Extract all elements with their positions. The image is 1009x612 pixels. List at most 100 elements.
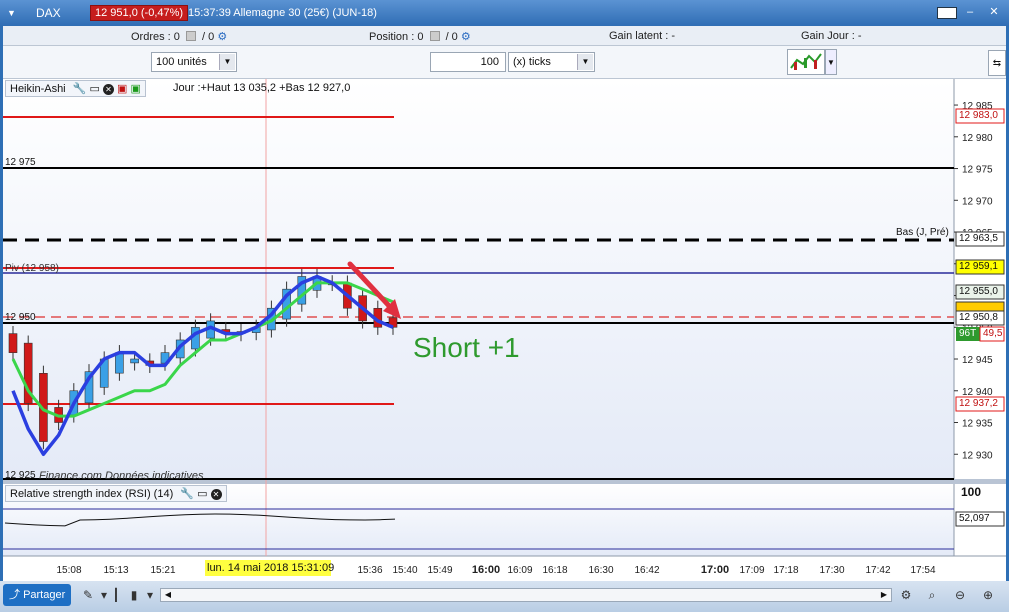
day-range-text: Jour :+Haut 13 035,2 +Bas 12 927,0 [173,82,351,94]
cancel-orders-icon[interactable] [185,31,196,41]
chart-type-icon[interactable] [787,49,825,75]
rsi-header: Relative strength index (RSI) (14) 🔧 ▭ ✕ [5,485,227,502]
close-button[interactable]: ✕ [986,4,1002,20]
timer-value: 49,5 [983,328,1003,339]
window-icon[interactable]: ▭ [197,488,207,500]
zoom-fit-icon[interactable]: ⌕ [924,587,940,603]
instrument-info: 15:37:39 Allemagne 30 (25€) (JUN-18) [188,7,377,19]
latent-gain-value: - [671,30,676,42]
scroll-left-icon[interactable]: ◀ [161,589,175,601]
ticks-input-value: 100 [480,56,499,68]
level-label-12975: 12 975 [5,157,36,168]
quantity-select-value: 100 unités [156,56,207,68]
close-position-icon[interactable] [429,31,440,41]
bas-label: Bas (J, Pré) [896,227,949,238]
window-icon[interactable]: ▭ [89,83,99,95]
chevron-down-icon[interactable]: ▼ [825,49,837,75]
scroll-right-icon[interactable]: ▶ [877,589,891,601]
time-tick-label: 17:42 [865,565,890,576]
zoom-in-icon[interactable]: ⊕ [980,587,996,603]
quantity-select[interactable]: 100 unités ▼ [151,52,237,72]
price-tick-label: 12 940 [962,387,993,398]
share-icon: ⤴ [9,589,20,601]
short-annotation: Short +1 [413,332,520,363]
time-tick-label: 15:36 [357,565,382,576]
price-tick-label: 12 935 [962,419,993,430]
tag-12955: 12 955,0 [959,286,998,297]
share-button[interactable]: ⤴ Partager [3,584,71,606]
indicator-icon[interactable]: ▮ [126,587,142,603]
position-label: Position : [369,31,415,43]
bottom-toolbar: ⤴ Partager ✎ ▾ ┃ ▮ ▾ ◀ ▶ ⚙ ⌕ ⊖ ⊕ [0,581,1009,612]
ticks-unit-value: (x) ticks [513,56,551,68]
day-gain-group: Gain Jour : - [801,30,862,42]
move-up-icon[interactable]: ▣ [130,83,140,95]
keyboard-icon[interactable] [937,7,957,19]
time-tick-label: 15:40 [392,565,417,576]
timer-badge: 96T [959,328,977,339]
side-panel-toggle-icon[interactable]: ⇆ [988,50,1006,76]
wrench-icon[interactable]: 🔧 [180,488,194,500]
position-total: / 0 [445,31,458,43]
pivot-label: Piv (12 958) [5,263,59,274]
symbol-label: DAX [36,6,61,20]
time-tick-label: 16:09 [507,565,532,576]
candle [130,358,139,364]
price-panel-bg [3,79,954,479]
menu-chevron-icon[interactable]: ▼ [7,8,16,18]
tag-12950: 12 950,8 [959,312,998,323]
position-value: 0 [417,31,424,43]
level-label-12925: 12 925 [5,470,36,481]
move-down-icon[interactable]: ▣ [117,83,127,95]
price-tick-label: 12 975 [962,165,993,176]
price-tick-label: 12 945 [962,355,993,366]
gear-icon[interactable]: ⚙ [461,31,471,43]
candle [115,352,124,374]
indicator-header: Heikin-Ashi 🔧 ▭ ✕ ▣ ▣ [5,80,146,97]
time-tick-label: 17:54 [910,565,935,576]
indicator-name: Heikin-Ashi [10,83,66,95]
price-tick-label: 12 980 [962,133,993,144]
zoom-out-icon[interactable]: ⊖ [952,587,968,603]
close-icon[interactable]: ✕ [102,84,114,95]
rsi-axis-top: 100 [961,485,982,499]
chevron-down-icon[interactable]: ▾ [142,587,158,603]
ticks-unit-select[interactable]: (x) ticks ▼ [508,52,595,72]
title-bar: ▼ DAX 12 951,0 (-0,47%) 15:37:39 Allemag… [0,0,1009,26]
draw-tool-icon[interactable]: ✎ [80,587,96,603]
close-icon[interactable]: ✕ [210,489,222,500]
tag-12937: 12 937,2 [959,398,998,409]
time-tick-label: 15:49 [427,565,452,576]
rsi-title: Relative strength index (RSI) (14) [10,488,174,500]
price-chart[interactable]: 12 98512 98012 97512 97012 96512 96012 9… [3,79,1006,581]
orders-group: Ordres : 0 / 0 ⚙ [131,30,227,43]
tag-12983: 12 983,0 [959,110,998,121]
orders-total: / 0 [202,31,215,43]
price-tick-label: 12 970 [962,196,993,207]
wrench-icon[interactable]: 🔧 [73,83,87,95]
minimize-button[interactable]: – [962,4,978,20]
ticks-input[interactable]: 100 [430,52,506,72]
candle [8,333,18,353]
price-change-badge: 12 951,0 (-0,47%) [90,5,189,21]
chevron-down-icon[interactable]: ▼ [577,54,593,70]
candle-style-icon[interactable]: ┃ [108,587,124,603]
level-label-12950: 12 950 [5,312,36,323]
time-tick-label: 15:21 [150,565,175,576]
chevron-down-icon[interactable]: ▼ [219,54,235,70]
time-tick-label: 15:13 [103,565,128,576]
settings-icon[interactable]: ⚙ [898,587,914,603]
gear-icon[interactable]: ⚙ [217,31,227,43]
time-tick-label: 16:00 [472,564,500,576]
cursor-date-label: lun. 14 mai 2018 15:31:09 [207,562,335,574]
time-tick-label: 17:18 [773,565,798,576]
time-scrollbar[interactable]: ◀ ▶ [160,588,892,602]
day-gain-value: - [857,30,862,42]
price-tick-label: 12 930 [962,450,993,461]
tag-12959: 12 959,1 [959,261,998,272]
orders-label: Ordres : [131,31,171,43]
position-info-row: Ordres : 0 / 0 ⚙ Position : 0 / 0 ⚙ Gain… [3,26,1006,46]
chart-area[interactable]: 12 98512 98012 97512 97012 96512 96012 9… [3,79,1006,581]
orders-value: 0 [173,31,180,43]
day-gain-label: Gain Jour : [801,30,855,42]
